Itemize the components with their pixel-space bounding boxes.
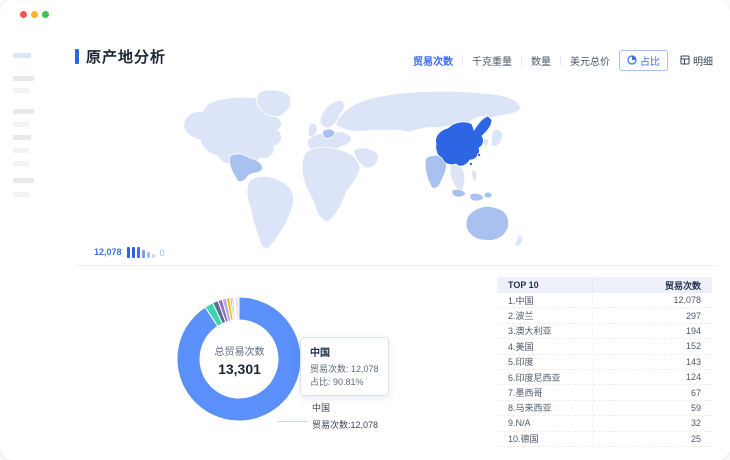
table-header-rank: TOP 10 <box>497 280 592 290</box>
country-africa <box>302 147 360 222</box>
table-header-row: TOP 10 贸易次数 <box>497 277 712 293</box>
sidebar-skeleton-bar <box>13 135 31 140</box>
sidebar-skeleton-bar <box>13 148 29 153</box>
table-row: 1.中国12,078 <box>497 293 712 308</box>
table-row: 5.印度143 <box>497 355 712 370</box>
world-map <box>168 86 548 258</box>
tab-separator <box>521 56 522 65</box>
table-grid-icon <box>680 55 690 65</box>
sidebar-skeleton-bar <box>13 122 29 127</box>
table-cell-value: 194 <box>592 326 712 336</box>
legend-min-value: 0 <box>160 248 165 258</box>
table-cell-country: 4.美国 <box>497 340 592 353</box>
page-title-text: 原产地分析 <box>86 46 166 67</box>
sidebar-skeleton-bar <box>13 178 34 183</box>
app-window: 原产地分析 贸易次数 千克重量 数量 美元总价 占比 明细 <box>0 0 730 460</box>
table-cell-value: 59 <box>592 403 712 413</box>
country-taiwan[interactable] <box>477 153 480 156</box>
table-cell-value: 67 <box>592 388 712 398</box>
country-indonesia-east[interactable] <box>484 192 492 198</box>
table-cell-value: 124 <box>592 372 712 382</box>
country-russia <box>336 91 520 132</box>
country-south-america <box>247 176 294 248</box>
legend-scale-bar <box>147 252 150 258</box>
table-row: 9.N/A32 <box>497 416 712 431</box>
table-header-metric: 贸易次数 <box>592 279 712 292</box>
table-cell-country: 10.德国 <box>497 432 592 445</box>
title-accent-bar <box>75 49 79 64</box>
country-philippines <box>472 170 477 181</box>
donut-chart <box>172 292 306 426</box>
ratio-toggle-button[interactable]: 占比 <box>619 50 668 71</box>
table-cell-value: 152 <box>592 341 712 351</box>
table-cell-value: 143 <box>592 357 712 367</box>
chart-tooltip: 中国 贸易次数: 12,078 占比: 90.81% <box>300 337 389 396</box>
table-row: 7.墨西哥67 <box>497 385 712 400</box>
tab-metric-0[interactable]: 贸易次数 <box>413 53 453 68</box>
tab-separator <box>462 56 463 65</box>
table-cell-country: 2.波兰 <box>497 309 592 322</box>
table-cell-country: 5.印度 <box>497 355 592 368</box>
table-row: 4.美国152 <box>497 339 712 354</box>
sidebar-skeleton <box>13 0 53 460</box>
legend-scale-bar <box>142 250 145 258</box>
table-row: 6.印度尼西亚124 <box>497 370 712 385</box>
callout-value: 贸易次数:12,078 <box>312 418 378 431</box>
table-cell-value: 12,078 <box>592 295 712 305</box>
table-cell-country: 8.马来西亚 <box>497 401 592 414</box>
slice-callout-label: 中国 贸易次数:12,078 <box>312 401 378 431</box>
pie-chart-icon <box>627 55 637 65</box>
country-indonesia[interactable] <box>470 193 484 201</box>
country-japan <box>491 129 502 146</box>
table-cell-value: 25 <box>592 434 712 444</box>
legend-scale-bar <box>132 247 135 258</box>
table-cell-country: 6.印度尼西亚 <box>497 371 592 384</box>
table-row: 10.德国25 <box>497 432 712 447</box>
top10-table: TOP 10 贸易次数 1.中国12,0782.波兰2973.澳大利亚1944.… <box>497 277 712 447</box>
country-malaysia[interactable] <box>452 189 466 197</box>
country-australia[interactable] <box>466 206 509 240</box>
page-title: 原产地分析 <box>75 46 166 67</box>
sidebar-skeleton-bar <box>13 88 30 93</box>
callout-country: 中国 <box>312 401 378 414</box>
tooltip-title: 中国 <box>310 344 379 359</box>
map-color-legend: 12,078 0 <box>94 244 165 258</box>
tab-separator <box>560 56 561 65</box>
sidebar-skeleton-bar <box>13 53 31 58</box>
tab-metric-2[interactable]: 数量 <box>531 53 551 68</box>
tooltip-percentage: 占比: 90.81% <box>310 376 379 389</box>
legend-max-value: 12,078 <box>94 247 122 258</box>
sidebar-skeleton-bar <box>13 192 30 197</box>
table-cell-value: 297 <box>592 311 712 321</box>
sidebar-skeleton-bar <box>13 109 34 114</box>
table-cell-country: 9.N/A <box>497 418 592 428</box>
legend-scale-bar <box>152 254 155 258</box>
sidebar-skeleton-bar <box>13 161 29 166</box>
detail-button[interactable]: 明细 <box>677 51 716 70</box>
legend-scale-bar <box>137 247 140 258</box>
table-cell-value: 32 <box>592 418 712 428</box>
table-cell-country: 7.墨西哥 <box>497 386 592 399</box>
table-cell-country: 1.中国 <box>497 294 592 307</box>
table-row: 3.澳大利亚194 <box>497 324 712 339</box>
metric-tab-bar: 贸易次数 千克重量 数量 美元总价 占比 明细 <box>413 50 716 70</box>
callout-leader-line <box>278 421 308 422</box>
country-se-asia <box>450 163 465 192</box>
sidebar-skeleton-bar <box>13 76 34 81</box>
table-row: 8.马来西亚59 <box>497 401 712 416</box>
tab-metric-1[interactable]: 千克重量 <box>472 53 512 68</box>
country-new-zealand <box>515 235 523 246</box>
section-divider <box>75 265 718 266</box>
legend-scale-bar <box>127 247 130 258</box>
tooltip-trade-count: 贸易次数: 12,078 <box>310 363 379 376</box>
country-hainan[interactable] <box>469 162 472 165</box>
table-cell-country: 3.澳大利亚 <box>497 324 592 337</box>
tab-metric-3[interactable]: 美元总价 <box>570 53 610 68</box>
table-row: 2.波兰297 <box>497 308 712 323</box>
